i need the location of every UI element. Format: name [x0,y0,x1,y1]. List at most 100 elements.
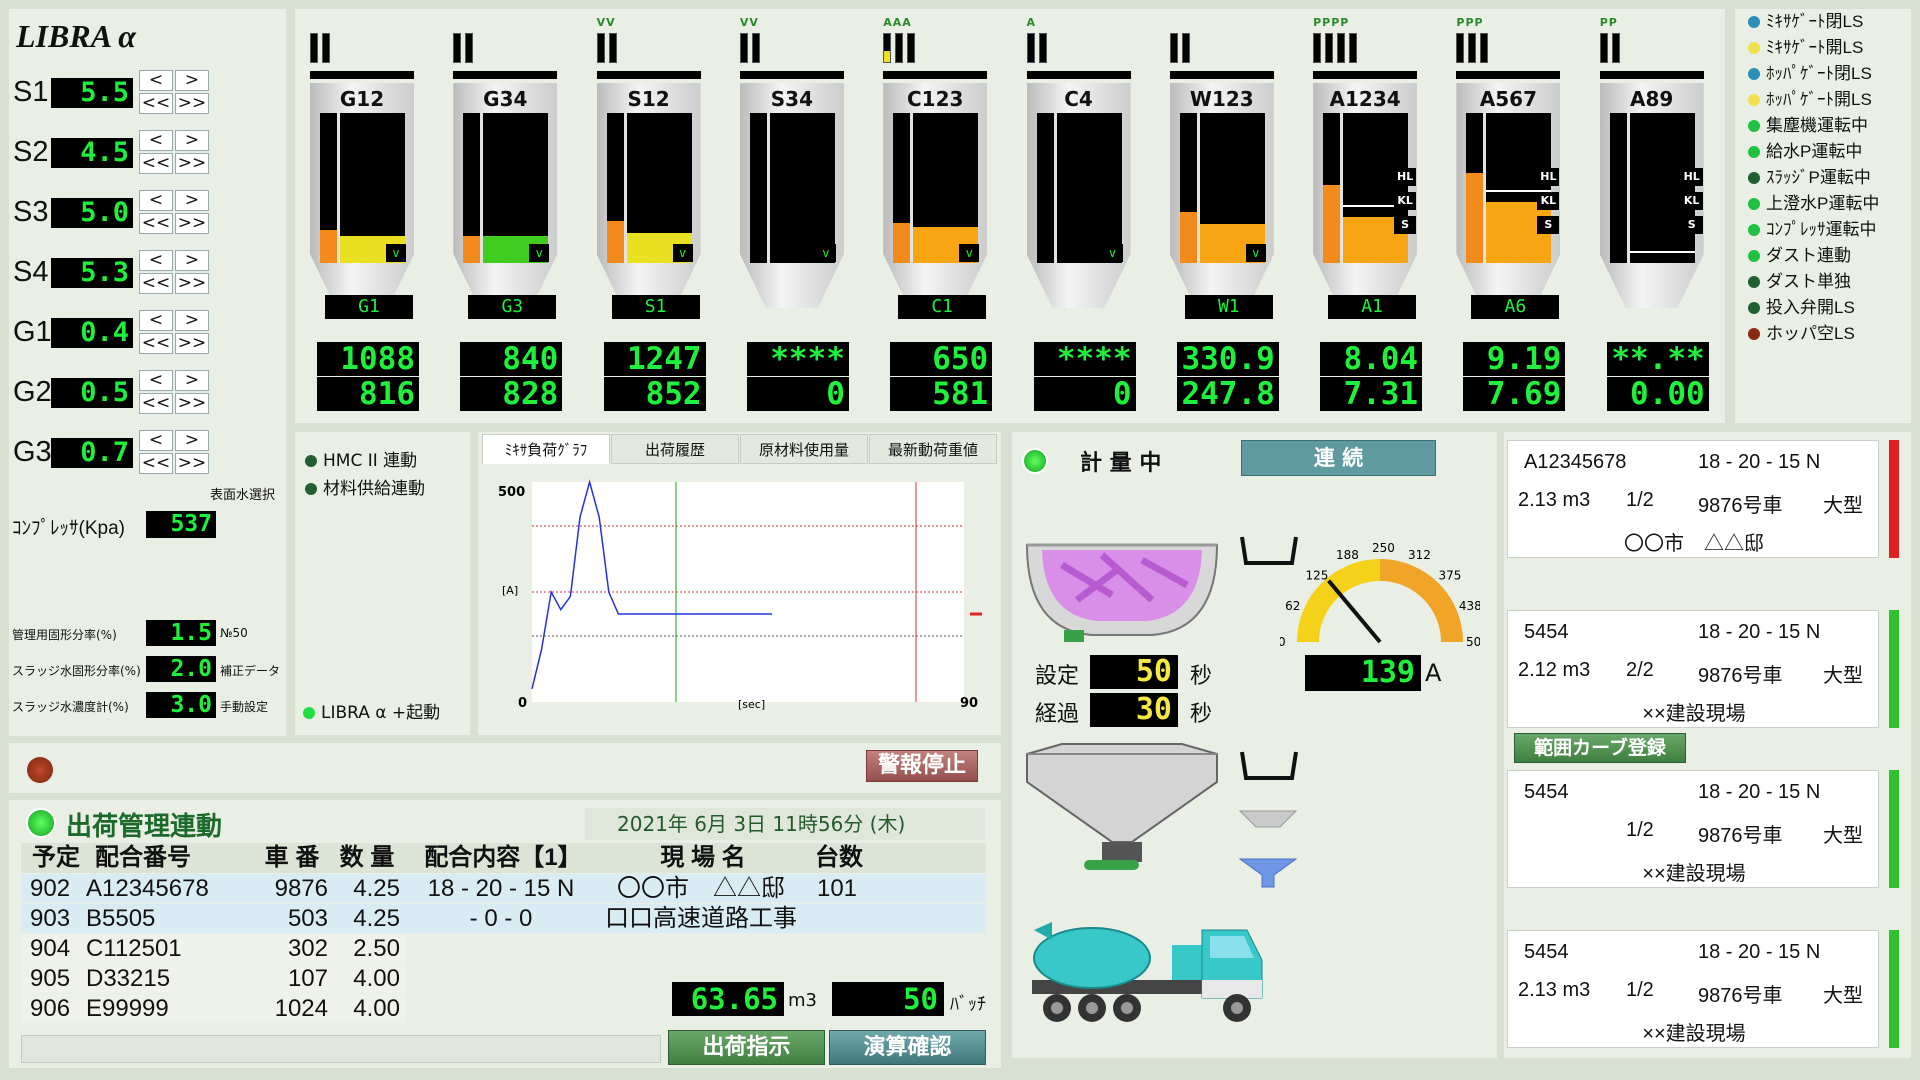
step-down-button[interactable]: > [175,190,209,211]
libra-start[interactable]: LIBRA α +起動 [303,698,440,723]
silo-a567[interactable]: PPP A567 HL KL S A6 9.19 7.69 [1446,16,1566,411]
step-down-button[interactable]: > [175,370,209,391]
silo-g12[interactable]: G12 v G1 1088 816 [300,25,419,411]
set-time-value[interactable]: 50 [1090,655,1178,689]
step-up-button[interactable]: < [139,190,173,211]
tab-1[interactable]: ﾐｷｻ負荷ｸﾞﾗﾌ [482,434,610,464]
tab-4[interactable]: 最新動荷重値 [869,434,997,464]
limit-tag-kl: KL [1394,192,1417,210]
card-id: 5454 [1524,621,1569,643]
ship-order-button[interactable]: 出荷指示 [668,1030,825,1065]
step-up-button[interactable]: < [139,310,173,331]
ratio-note: 手動設定 [220,700,269,714]
step-fast-up-button[interactable]: << [139,153,173,174]
status-item: ﾐｷｻｹﾞｰﾄ開LS [1748,36,1863,60]
table-cell: 9876 [274,875,328,902]
silo-a1234[interactable]: PPPP A1234 HL KL S A1 8.04 7.31 [1303,16,1423,411]
step-fast-up-button[interactable]: << [139,93,173,114]
step-fast-down-button[interactable]: >> [175,153,209,174]
range-curve-button[interactable]: 範囲カーブ登録 [1514,733,1686,763]
step-up-button[interactable]: < [139,130,173,151]
step-down-button[interactable]: > [175,430,209,451]
step-fast-down-button[interactable]: >> [175,333,209,354]
continuous-button[interactable]: 連 続 [1241,440,1436,476]
step-up-button[interactable]: < [139,430,173,451]
ratio-value[interactable]: 1.5 [146,620,216,646]
mixer-load-chart: 500 [A] 0 [sec] 90 [498,479,982,711]
step-fast-up-button[interactable]: << [139,393,173,414]
silo-name: G12 [339,87,385,111]
table-header-cell: 台数 [815,844,863,871]
setpoint-label: S4 [13,256,49,288]
step-up-button[interactable]: < [139,70,173,91]
card-fraction: 2/2 [1626,659,1654,681]
step-fast-up-button[interactable]: << [139,213,173,234]
silo-g34[interactable]: G34 v G3 840 828 [443,25,563,411]
status-label: 集塵機運転中 [1766,116,1868,135]
step-fast-up-button[interactable]: << [139,273,173,294]
delivery-card[interactable]: 5454 18 - 20 - 15 N 2.13 m3 1/2 9876号車 大型 ××建設… [1507,930,1879,1048]
silo-weight-bar [1486,113,1552,263]
status-item: 投入弁開LS [1748,296,1855,320]
status-lamp-icon [1748,250,1760,262]
status-label: ﾎｯﾊﾟｹﾞｰﾄ閉LS [1766,64,1872,83]
table-cell: 4.25 [353,905,400,932]
surface-water-select[interactable]: 表面水選択 [210,484,275,503]
step-fast-down-button[interactable]: >> [175,393,209,414]
total-volume-unit: m3 [788,990,817,1011]
card-status-bar [1889,770,1899,888]
silo-s12[interactable]: VV S12 v S1 1247 852 [587,16,706,411]
step-down-button[interactable]: > [175,250,209,271]
step-fast-up-button[interactable]: << [139,333,173,354]
ratio-value[interactable]: 3.0 [146,692,216,718]
tab-2[interactable]: 出荷履歴 [611,434,739,464]
delivery-card[interactable]: 5454 18 - 20 - 15 N 2.12 m3 2/2 9876号車 大型 ××建設… [1507,610,1879,728]
silo-level-bar [1179,113,1197,263]
calc-confirm-button[interactable]: 演算確認 [829,1030,986,1065]
table-cell: 905 [30,965,71,992]
step-down-button[interactable]: > [175,130,209,151]
ratio-label: 管理用固形分率(%) [12,628,117,642]
tab-3[interactable]: 原材料使用量 [740,434,868,464]
card-truck: 9876号車 [1698,825,1783,847]
setpoint-label: G2 [13,376,52,408]
gate-pip-icon [1456,33,1465,63]
silo-c4[interactable]: A C4 v **** 0 [1017,16,1136,411]
hopper-valve-open-icon [1238,858,1298,888]
gate-pip-icon [1181,33,1190,63]
app-logo: LIBRA α [16,18,136,55]
step-down-button[interactable]: > [175,70,209,91]
status-label: ｽﾗｯｼﾞP運転中 [1766,168,1871,187]
high-limit-line [1629,251,1695,253]
link-material-label: 材料供給連動 [323,479,425,499]
silo-w123[interactable]: W123 v W1 330.9 247.8 [1160,25,1279,411]
alarm-stop-button[interactable]: 警報停止 [866,750,978,782]
step-fast-down-button[interactable]: >> [175,213,209,234]
status-label: 上澄水P運転中 [1766,194,1880,213]
libra-indicator-icon [303,707,315,719]
status-label: ダスト単独 [1766,272,1851,291]
silo-c123[interactable]: AAA C123 v C1 650 581 [873,16,993,411]
silo-actual-weight: 828 [460,377,563,411]
step-up-button[interactable]: < [139,370,173,391]
silo-a89[interactable]: PP A89 HL KL S **.** 0.00 [1590,16,1709,411]
silo-s34[interactable]: VV S34 v **** 0 [730,16,849,411]
silo-level-bar [1466,113,1484,263]
valve-tag: v [672,244,693,262]
step-down-button[interactable]: > [175,310,209,331]
set-time-label: 設定 [1035,664,1080,689]
compressor-value: 537 [146,511,216,538]
step-fast-down-button[interactable]: >> [175,453,209,474]
step-fast-down-button[interactable]: >> [175,93,209,114]
silo-actual-weight: 7.69 [1463,377,1566,411]
step-fast-down-button[interactable]: >> [175,273,209,294]
card-status-bar [1889,610,1899,728]
step-fast-up-button[interactable]: << [139,453,173,474]
delivery-card[interactable]: A12345678 18 - 20 - 15 N 2.13 m3 1/2 9876号車 大… [1507,440,1879,558]
step-up-button[interactable]: < [139,250,173,271]
silo-level-fill [463,236,481,263]
card-volume: 2.13 m3 [1518,979,1591,1001]
ratio-value[interactable]: 2.0 [146,656,216,682]
delivery-card[interactable]: 5454 18 - 20 - 15 N 1/2 9876号車 大型 ××建設現場 [1507,770,1879,888]
limit-tag-kl: KL [1537,192,1560,210]
